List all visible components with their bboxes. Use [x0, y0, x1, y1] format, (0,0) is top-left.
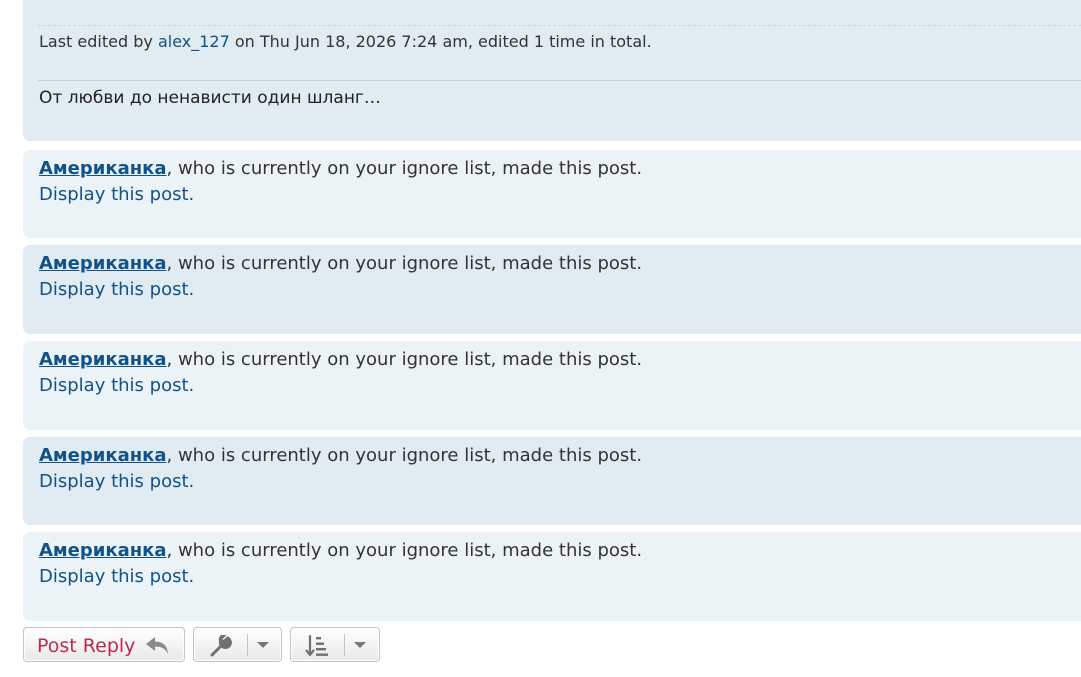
button-divider — [344, 634, 345, 656]
post-reply-button[interactable]: Post Reply — [23, 627, 185, 662]
wrench-icon — [210, 635, 232, 657]
ignore-message: , who is currently on your ignore list, … — [166, 349, 643, 370]
topic-tools-button[interactable] — [193, 627, 282, 662]
display-post-period: . — [188, 279, 195, 300]
display-post-period: . — [188, 184, 195, 205]
ignored-post: Американка, who is currently on your ign… — [23, 437, 1081, 525]
ignored-user-link[interactable]: Американка — [39, 253, 167, 274]
ignore-message: , who is currently on your ignore list, … — [166, 540, 643, 561]
ignore-notice: Американка, who is currently on your ign… — [39, 253, 642, 275]
display-post: Display this post. — [39, 279, 194, 301]
display-post: Display this post. — [39, 184, 194, 206]
signature-separator — [38, 80, 1081, 81]
display-post-period: . — [188, 471, 195, 492]
display-post-period: . — [188, 375, 195, 396]
ignored-user-link[interactable]: Американка — [39, 540, 167, 561]
ignored-user-link[interactable]: Американка — [39, 445, 167, 466]
ignore-message: , who is currently on your ignore list, … — [166, 253, 643, 274]
display-post-link[interactable]: Display this post — [39, 279, 189, 300]
ignore-notice: Американка, who is currently on your ign… — [39, 445, 642, 467]
ignore-message: , who is currently on your ignore list, … — [166, 445, 643, 466]
edit-notice-prefix: Last edited by — [39, 32, 158, 51]
ignored-post: Американка, who is currently on your ign… — [23, 150, 1081, 238]
ignored-post: Американка, who is currently on your ign… — [23, 245, 1081, 334]
reply-icon — [146, 637, 168, 654]
post-body: Last edited by alex_127 on Thu Jun 18, 2… — [23, 0, 1081, 141]
display-post-link[interactable]: Display this post — [39, 184, 189, 205]
display-post: Display this post. — [39, 471, 194, 493]
caret-down-icon — [354, 642, 366, 648]
button-divider — [247, 634, 248, 656]
ignored-post: Американка, who is currently on your ign… — [23, 532, 1081, 621]
ignore-notice: Американка, who is currently on your ign… — [39, 158, 642, 180]
ignored-user-link[interactable]: Американка — [39, 349, 167, 370]
sort-icon — [305, 635, 328, 657]
display-post-link[interactable]: Display this post — [39, 566, 189, 587]
ignore-notice: Американка, who is currently on your ign… — [39, 540, 642, 562]
topic-page: Last edited by alex_127 on Thu Jun 18, 2… — [0, 0, 1081, 677]
edit-notice: Last edited by alex_127 on Thu Jun 18, 2… — [39, 32, 652, 51]
display-post-link[interactable]: Display this post — [39, 375, 189, 396]
edit-notice-suffix: on Thu Jun 18, 2026 7:24 am, edited 1 ti… — [229, 32, 652, 51]
edit-user-link[interactable]: alex_127 — [158, 32, 230, 51]
display-post-period: . — [188, 566, 195, 587]
ignore-notice: Американка, who is currently on your ign… — [39, 349, 642, 371]
display-post: Display this post. — [39, 566, 194, 588]
post-separator — [38, 25, 1081, 26]
ignored-post: Американка, who is currently on your ign… — [23, 341, 1081, 430]
sort-options-button[interactable] — [290, 627, 380, 662]
signature: От любви до ненависти один шланг… — [39, 88, 381, 108]
ignored-user-link[interactable]: Американка — [39, 158, 167, 179]
display-post: Display this post. — [39, 375, 194, 397]
caret-down-icon — [257, 642, 269, 648]
post-reply-label: Post Reply — [37, 635, 136, 657]
display-post-link[interactable]: Display this post — [39, 471, 189, 492]
ignore-message: , who is currently on your ignore list, … — [166, 158, 643, 179]
